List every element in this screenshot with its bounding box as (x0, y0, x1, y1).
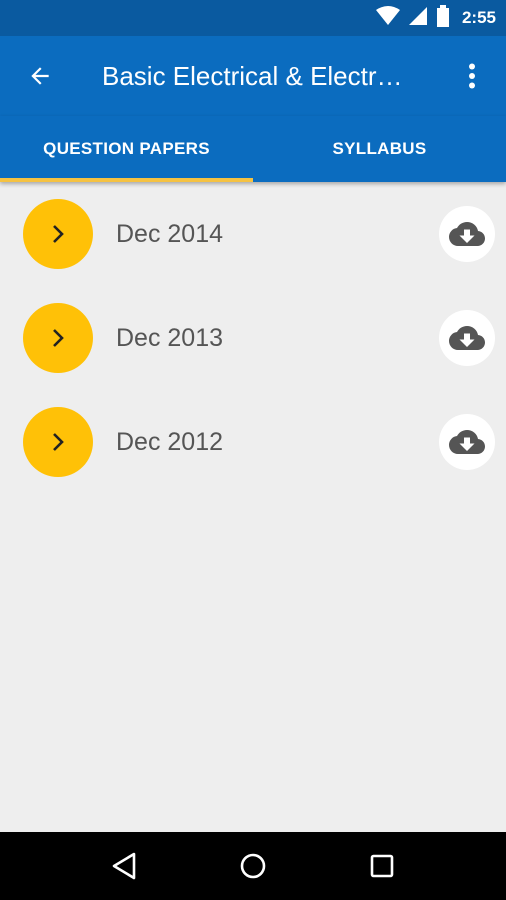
status-bar: 2:55 (0, 0, 506, 36)
triangle-back-icon (113, 852, 136, 880)
circle-home-icon (240, 853, 266, 879)
nav-home-button[interactable] (223, 836, 283, 896)
download-button[interactable] (439, 310, 495, 366)
download-button[interactable] (439, 414, 495, 470)
cloud-download-icon (449, 326, 485, 350)
tab-question-papers[interactable]: QUESTION PAPERS (0, 116, 253, 182)
battery-icon (436, 5, 450, 31)
paper-label: Dec 2013 (116, 324, 224, 352)
paper-label: Dec 2012 (116, 428, 224, 456)
status-icons: 2:55 (375, 0, 496, 36)
chevron-right-icon (53, 329, 64, 347)
expand-button[interactable] (23, 199, 93, 269)
arrow-back-icon (31, 67, 49, 85)
tab-bar: QUESTION PAPERS SYLLABUS (0, 116, 506, 182)
paper-label: Dec 2014 (116, 220, 224, 248)
list-item[interactable]: Dec 2012 (0, 390, 506, 494)
wifi-icon (375, 6, 400, 30)
list-item[interactable]: Dec 2013 (0, 286, 506, 390)
back-button[interactable] (18, 54, 62, 98)
expand-button[interactable] (23, 407, 93, 477)
cloud-download-icon (449, 222, 485, 246)
list-item[interactable]: Dec 2014 (0, 182, 506, 286)
expand-button[interactable] (23, 303, 93, 373)
chevron-right-icon (53, 225, 64, 243)
cellular-signal-icon (408, 6, 428, 30)
tab-syllabus[interactable]: SYLLABUS (253, 116, 506, 182)
overflow-menu-button[interactable] (452, 56, 492, 96)
cloud-download-icon (449, 430, 485, 454)
status-time: 2:55 (461, 8, 496, 27)
question-paper-list: Dec 2014 Dec 2013 Dec 2012 (0, 182, 506, 494)
more-vert-icon (469, 63, 475, 89)
square-recents-icon (370, 854, 393, 878)
download-button[interactable] (439, 206, 495, 262)
page-title: Basic Electrical & Electr… (102, 61, 403, 91)
system-nav-bar (0, 832, 506, 900)
nav-back-button[interactable] (94, 836, 154, 896)
app-bar: Basic Electrical & Electr… (0, 36, 506, 116)
chevron-right-icon (53, 433, 64, 451)
nav-recents-button[interactable] (352, 836, 412, 896)
